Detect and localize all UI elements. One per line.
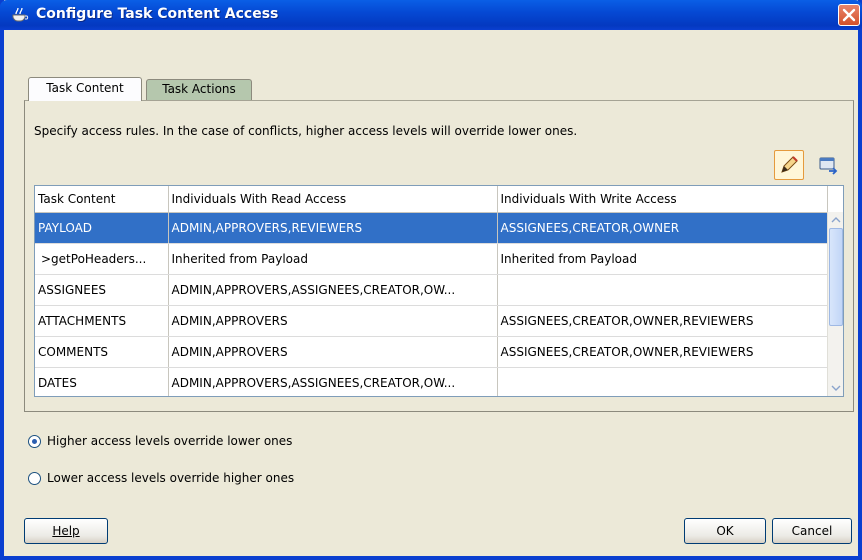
table-row[interactable]: PAYLOAD ADMIN,APPROVERS,REVIEWERS ASSIGN… <box>35 212 828 244</box>
scroll-up-button[interactable] <box>828 212 843 228</box>
ok-button[interactable]: OK <box>684 518 766 544</box>
scroll-down-button[interactable] <box>828 380 843 396</box>
write-access-cell[interactable] <box>497 367 828 396</box>
task-content-cell[interactable]: >getPoHeaders... <box>35 243 169 275</box>
window-arrow-button[interactable] <box>818 154 840 176</box>
table-row[interactable]: ASSIGNEES ADMIN,APPROVERS,ASSIGNEES,CREA… <box>35 274 828 306</box>
task-content-cell[interactable]: ATTACHMENTS <box>35 305 169 337</box>
table-header-row: Task Content Individuals With Read Acces… <box>35 186 828 213</box>
column-header[interactable]: Individuals With Read Access <box>168 186 498 213</box>
tab-task-actions[interactable]: Task Actions <box>146 79 252 100</box>
option-lower-overrides[interactable]: Lower access levels override higher ones <box>28 469 294 487</box>
help-label: Help <box>52 524 80 538</box>
radio-button[interactable] <box>28 434 41 448</box>
app-icon <box>10 6 30 24</box>
write-access-cell[interactable]: Inherited from Payload <box>497 243 828 275</box>
write-access-cell[interactable]: ASSIGNEES,CREATOR,OWNER,REVIEWERS <box>497 305 828 337</box>
close-icon <box>842 8 856 22</box>
instruction-text: Specify access rules. In the case of con… <box>34 124 578 138</box>
column-header[interactable]: Individuals With Write Access <box>497 186 828 213</box>
access-table[interactable]: Task Content Individuals With Read Acces… <box>34 185 844 397</box>
radio-button[interactable] <box>28 471 41 485</box>
window-arrow-icon <box>819 157 838 175</box>
write-access-cell[interactable] <box>497 274 828 306</box>
task-content-cell[interactable]: PAYLOAD <box>35 212 169 244</box>
read-access-cell[interactable]: ADMIN,APPROVERS <box>168 305 498 337</box>
tab-task-content[interactable]: Task Content <box>28 77 142 101</box>
read-access-cell[interactable]: ADMIN,APPROVERS <box>168 336 498 368</box>
table-row[interactable]: COMMENTS ADMIN,APPROVERS ASSIGNEES,CREAT… <box>35 336 828 368</box>
read-access-cell[interactable]: ADMIN,APPROVERS,ASSIGNEES,CREATOR,OW... <box>168 274 498 306</box>
option-label: Lower access levels override higher ones <box>47 471 295 485</box>
edit-button[interactable] <box>774 150 804 180</box>
table-row[interactable]: >getPoHeaders... Inherited from Payload … <box>35 243 828 275</box>
option-higher-overrides[interactable]: Higher access levels override lower ones <box>28 432 292 450</box>
title-bar[interactable]: Configure Task Content Access <box>0 0 862 30</box>
vertical-scrollbar[interactable] <box>827 212 843 396</box>
task-content-cell[interactable]: COMMENTS <box>35 336 169 368</box>
close-button[interactable] <box>838 4 860 26</box>
help-button[interactable]: Help <box>24 518 108 544</box>
pencil-icon <box>781 156 798 173</box>
chevron-up-icon <box>831 217 841 223</box>
column-header[interactable]: Task Content <box>35 186 169 213</box>
scroll-thumb[interactable] <box>829 228 843 326</box>
write-access-cell[interactable]: ASSIGNEES,CREATOR,OWNER <box>497 212 828 244</box>
option-label: Higher access levels override lower ones <box>47 434 293 448</box>
cancel-button[interactable]: Cancel <box>772 518 852 544</box>
table-row[interactable]: DATES ADMIN,APPROVERS,ASSIGNEES,CREATOR,… <box>35 367 828 396</box>
write-access-cell[interactable]: ASSIGNEES,CREATOR,OWNER,REVIEWERS <box>497 336 828 368</box>
dialog-title: Configure Task Content Access <box>36 6 279 22</box>
read-access-cell[interactable]: Inherited from Payload <box>168 243 498 275</box>
task-content-cell[interactable]: DATES <box>35 367 169 396</box>
table-row[interactable]: ATTACHMENTS ADMIN,APPROVERS ASSIGNEES,CR… <box>35 305 828 337</box>
chevron-down-icon <box>831 385 841 391</box>
read-access-cell[interactable]: ADMIN,APPROVERS,REVIEWERS <box>168 212 498 244</box>
read-access-cell[interactable]: ADMIN,APPROVERS,ASSIGNEES,CREATOR,OW... <box>168 367 498 396</box>
task-content-cell[interactable]: ASSIGNEES <box>35 274 169 306</box>
